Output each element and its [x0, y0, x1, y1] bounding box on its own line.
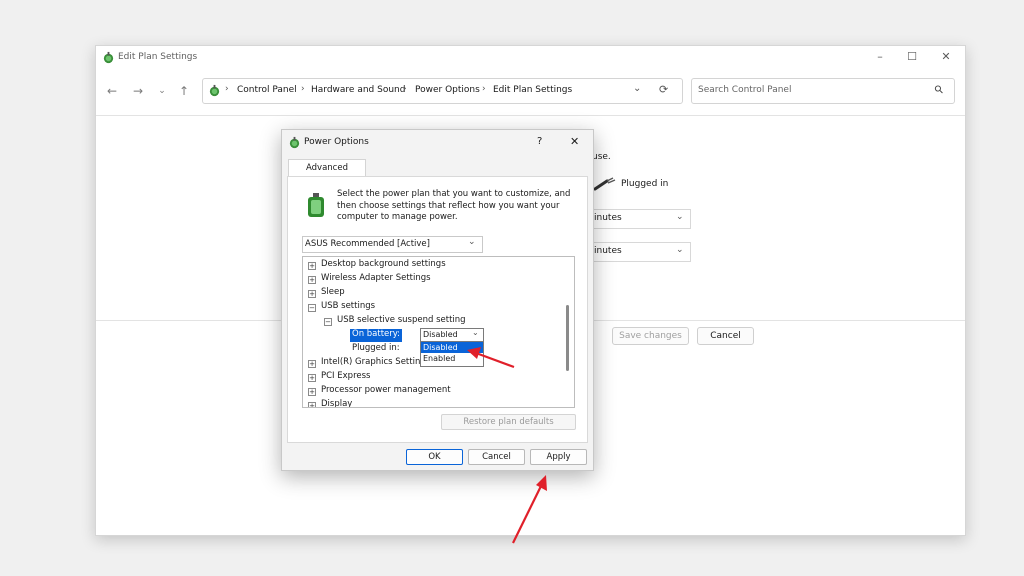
arrow-to-dropdown	[467, 347, 515, 369]
annotation-arrows	[467, 347, 547, 544]
arrow-to-apply	[512, 475, 547, 544]
